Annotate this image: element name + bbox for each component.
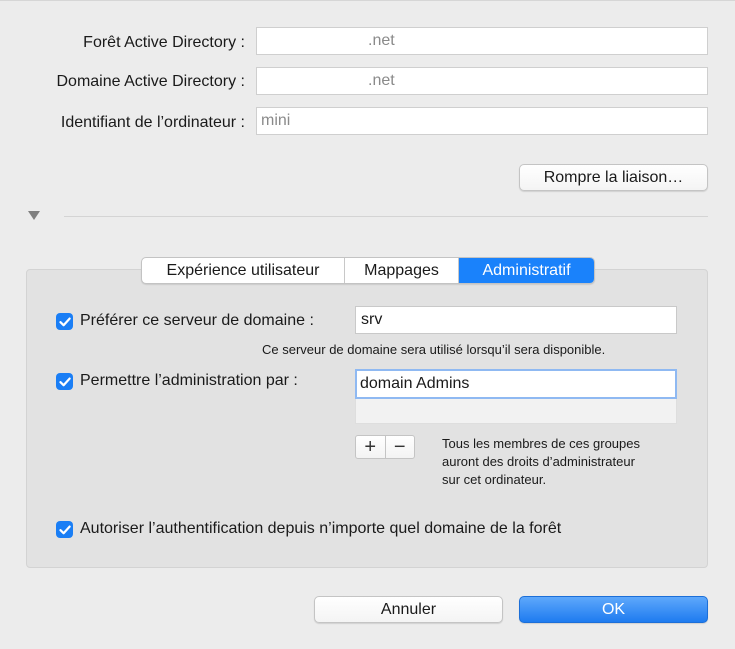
allow-auth-label: Autoriser l’authentification depuis n’im… — [80, 520, 562, 537]
cancel-button[interactable]: Annuler — [314, 596, 503, 623]
allow-admin-checkbox[interactable] — [56, 373, 73, 390]
prefer-server-hint: Ce serveur de domaine sera utilisé lorsq… — [262, 342, 606, 357]
domain-field[interactable]: .net — [256, 67, 708, 95]
tab-user-experience[interactable]: Expérience utilisateur — [142, 258, 345, 283]
tab-bar: Expérience utilisateur Mappages Administ… — [141, 257, 595, 284]
admin-groups-list[interactable]: domain Admins — [355, 369, 677, 424]
checkmark-icon — [58, 377, 71, 386]
computer-id-value: mini — [261, 112, 291, 129]
checkmark-icon — [58, 525, 71, 534]
allow-admin-hint: Tous les membres de ces groupes auront d… — [442, 436, 640, 487]
preferred-server-input[interactable]: srv — [355, 306, 677, 334]
remove-group-button[interactable]: − — [384, 436, 415, 458]
allow-admin-label: Permettre l’administration par : — [80, 372, 298, 389]
disclosure-triangle-down-icon[interactable] — [28, 211, 40, 220]
admin-group-entry[interactable]: domain Admins — [355, 369, 677, 399]
computer-id-field[interactable]: mini — [256, 107, 708, 135]
forest-label: Forêt Active Directory : — [83, 34, 245, 51]
ok-button[interactable]: OK — [519, 596, 708, 623]
domain-label: Domaine Active Directory : — [56, 73, 245, 90]
admin-group-empty-row[interactable] — [355, 399, 677, 424]
admin-group-entry-text: domain Admins — [360, 375, 470, 392]
domain-value: .net — [368, 72, 395, 89]
computer-id-label: Identifiant de l’ordinateur : — [60, 114, 245, 131]
allow-auth-checkbox[interactable] — [56, 521, 73, 538]
checkmark-icon — [58, 317, 71, 326]
unbind-button[interactable]: Rompre la liaison… — [519, 164, 708, 191]
tab-administrative[interactable]: Administratif — [459, 258, 594, 283]
add-group-button[interactable]: + — [356, 436, 385, 458]
forest-value: .net — [368, 32, 395, 49]
prefer-server-label: Préférer ce serveur de domaine : — [80, 312, 314, 329]
section-separator — [64, 216, 708, 217]
add-remove-control: + − — [355, 435, 415, 459]
window-top-border — [0, 0, 735, 1]
forest-field[interactable]: .net — [256, 27, 708, 55]
tab-mappings[interactable]: Mappages — [345, 258, 459, 283]
prefer-server-checkbox[interactable] — [56, 313, 73, 330]
